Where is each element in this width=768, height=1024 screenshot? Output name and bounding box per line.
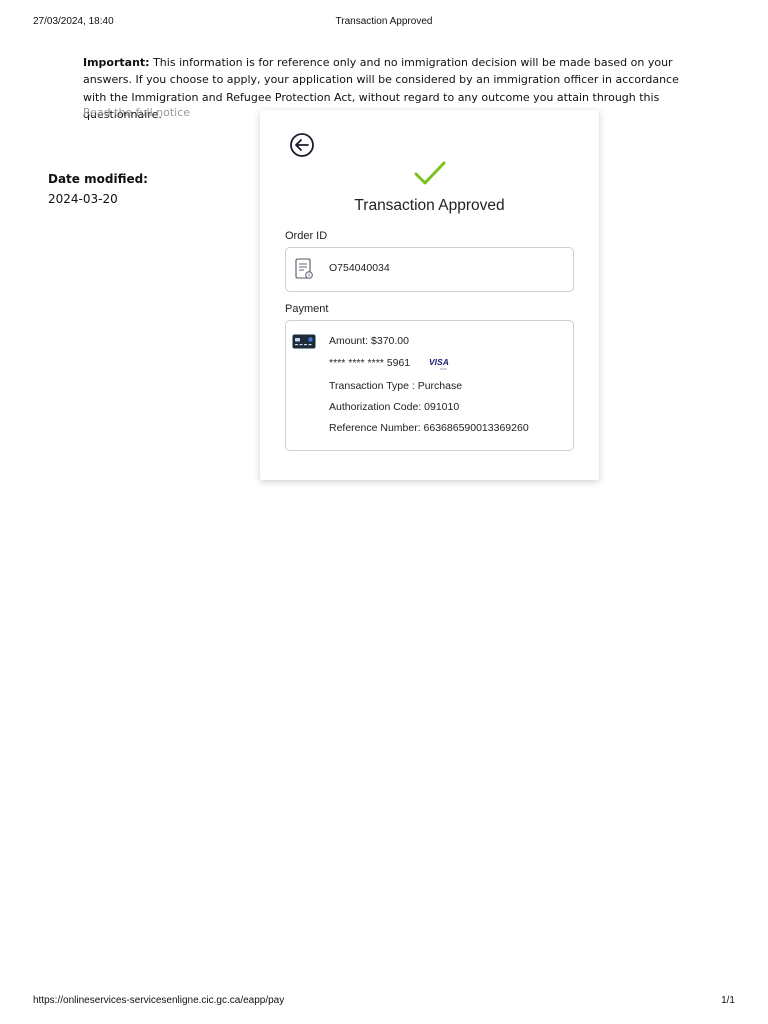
order-id-box: O754040034 bbox=[285, 247, 574, 292]
print-url: https://onlineservices-servicesenligne.c… bbox=[33, 995, 285, 1006]
visa-logo-text: VISA bbox=[429, 357, 449, 367]
card-number: **** **** **** 5961 bbox=[329, 357, 411, 369]
transaction-type: Transaction Type : Purchase bbox=[329, 380, 463, 392]
transaction-card: Transaction Approved Order ID O754040034… bbox=[260, 110, 599, 480]
payment-amount: Amount: $370.00 bbox=[329, 335, 409, 347]
visa-logo: VISA bbox=[429, 357, 449, 370]
date-modified-value: 2024-03-20 bbox=[48, 192, 118, 206]
credit-card-icon bbox=[292, 334, 316, 349]
notice-label: Important: bbox=[83, 56, 150, 69]
payment-box: Amount: $370.00 **** **** **** 5961 VISA… bbox=[285, 320, 574, 451]
order-id-label: Order ID bbox=[285, 230, 328, 242]
payment-label: Payment bbox=[285, 303, 329, 315]
print-footer: https://onlineservices-servicesenligne.c… bbox=[0, 995, 768, 1009]
print-header: 27/03/2024, 18:40 Transaction Approved bbox=[0, 16, 768, 30]
back-button[interactable] bbox=[289, 132, 315, 158]
authorization-code: Authorization Code: 091010 bbox=[329, 401, 460, 413]
print-page-number: 1/1 bbox=[721, 995, 735, 1006]
reference-number: Reference Number: 663686590013369260 bbox=[329, 422, 529, 434]
read-full-notice-link[interactable]: Read the full notice bbox=[83, 106, 190, 119]
print-title: Transaction Approved bbox=[335, 16, 433, 27]
checkmark-icon bbox=[414, 161, 446, 185]
receipt-icon bbox=[295, 258, 313, 279]
transaction-title: Transaction Approved bbox=[354, 197, 505, 214]
order-id-value: O754040034 bbox=[329, 262, 390, 274]
date-modified-label: Date modified: bbox=[48, 172, 148, 186]
arrow-left-circle-icon bbox=[290, 133, 314, 157]
